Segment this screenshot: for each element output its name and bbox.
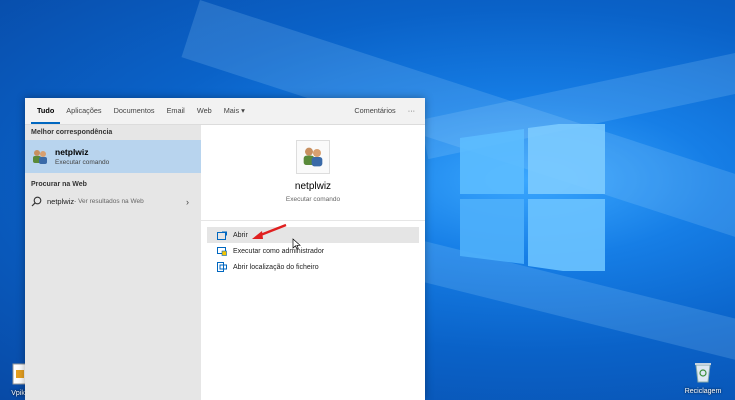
run-as-admin-label: Executar como administrador (233, 247, 325, 255)
folder-location-icon (217, 262, 227, 272)
feedback-button[interactable]: Comentários (348, 98, 401, 124)
tab-mais[interactable]: Mais ▾ (218, 98, 251, 124)
open-file-location-label: Abrir localização do ficheiro (233, 263, 319, 271)
best-match-name: netplwiz (55, 147, 89, 157)
admin-icon (217, 246, 227, 256)
search-icon (31, 196, 42, 207)
users-icon-large (296, 140, 330, 174)
tab-aplicacoes[interactable]: Aplicações (60, 98, 107, 124)
best-match-item[interactable]: netplwiz Executar comando (25, 140, 201, 173)
tab-email[interactable]: Email (161, 98, 191, 124)
more-options-button[interactable]: ··· (402, 98, 425, 124)
users-icon (303, 147, 323, 167)
results-list: Melhor correspondência netplwiz Executar… (25, 125, 201, 400)
trash-icon (695, 363, 711, 383)
mouse-cursor-icon (292, 238, 301, 250)
open-action-label: Abrir (233, 231, 248, 239)
tab-tudo[interactable]: Tudo (31, 98, 61, 124)
open-icon (217, 231, 227, 240)
best-match-title: Melhor correspondência (31, 129, 113, 136)
open-file-location-action[interactable]: Abrir localização do ficheiro (207, 259, 419, 275)
users-icon (33, 149, 47, 164)
recycle-bin-label: Reciclagem (684, 388, 722, 395)
windows-logo (460, 124, 605, 271)
chevron-right-icon[interactable]: › (186, 197, 189, 207)
start-search-panel: Tudo Aplicações Documentos Email Web Mai… (25, 98, 425, 400)
tab-web[interactable]: Web (191, 98, 218, 124)
best-match-subtitle: Executar comando (55, 159, 110, 166)
web-query: netplwiz (47, 197, 75, 206)
annotation-arrow-icon (252, 223, 287, 239)
app-preview: netplwiz Executar comando (201, 125, 425, 221)
preview-name: netplwiz (294, 181, 332, 192)
search-tabs: Tudo Aplicações Documentos Email Web Mai… (25, 98, 425, 125)
action-list: Abrir Executar como administrador Abrir … (201, 221, 425, 275)
run-as-admin-action[interactable]: Executar como administrador (207, 243, 419, 259)
tab-documentos[interactable]: Documentos (108, 98, 161, 124)
preview-subtitle: Executar comando (285, 196, 341, 203)
recycle-bin-icon[interactable]: Reciclagem (683, 360, 723, 395)
open-action[interactable]: Abrir (207, 227, 419, 243)
preview-pane: netplwiz Executar comando Abrir Executar… (201, 125, 425, 400)
web-query-suffix: - Ver resultados na Web (74, 198, 144, 205)
web-search-result[interactable]: netplwiz - Ver resultados na Web › (25, 192, 201, 211)
web-search-title: Procurar na Web (31, 181, 87, 188)
